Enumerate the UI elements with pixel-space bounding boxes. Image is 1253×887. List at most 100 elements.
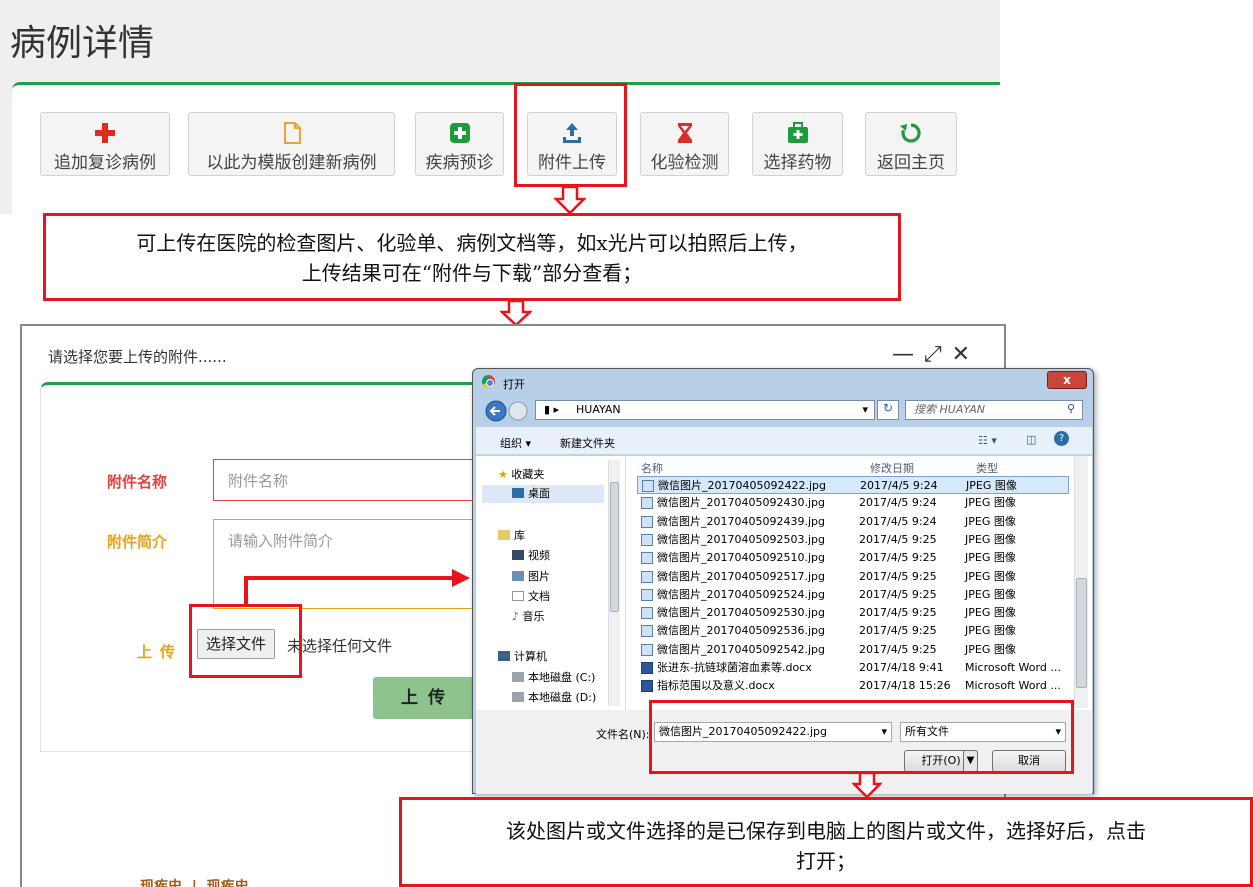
file-row[interactable]: 微信图片_20170405092524.jpg 2017/4/5 9:25 JPEG… — [637, 586, 1069, 604]
music-icon: ♪ — [512, 610, 523, 623]
file-name: 张进东-抗链球菌溶血素等.docx — [657, 661, 812, 674]
note-line: 打开； — [796, 849, 856, 873]
document-icon — [512, 591, 524, 601]
new-folder-button[interactable]: 新建文件夹 — [560, 435, 615, 451]
file-row[interactable]: 微信图片_20170405092542.jpg 2017/4/5 9:25 JPEG… — [637, 641, 1069, 659]
preview-pane-icon[interactable]: ◫ — [1026, 433, 1036, 446]
attachment-intro-label: 附件简介 — [107, 533, 168, 551]
file-name: 微信图片_20170405092510.jpg — [657, 551, 825, 565]
disease-prediagnosis-button[interactable]: 疾病预诊 — [415, 112, 504, 176]
file-type: JPEG 图像 — [966, 479, 1017, 492]
back-home-button[interactable]: 返回主页 — [865, 112, 957, 176]
file-name: 微信图片_20170405092524.jpg — [657, 587, 825, 601]
nav-libraries[interactable]: 库 — [498, 527, 525, 543]
minimize-icon[interactable]: — — [892, 342, 924, 367]
file-date: 2017/4/18 9:41 — [859, 661, 944, 674]
document-icon — [283, 122, 301, 144]
upload-instruction-note: 可上传在医院的检查图片、化验单、病例文档等，如x光片可以拍照后上传， 上传结果可… — [43, 213, 901, 301]
image-file-icon — [641, 588, 653, 601]
address-bar[interactable]: ▮ ▸ HUAYAN ▾ — [535, 400, 875, 420]
toolbar: 追加复诊病例 以此为模版创建新病例 疾病预诊 附件上传 化验检测 选择药物 返回… — [12, 82, 1000, 214]
dialog-body: ★ 收藏夹 桌面 库 视频 图片 文档 ♪ 音乐 计算机 本地磁盘 (C:) 本… — [476, 456, 1092, 710]
refresh-icon[interactable]: ↻ — [877, 400, 899, 420]
nav-drive-c[interactable]: 本地磁盘 (C:) — [512, 669, 595, 685]
word-file-icon — [641, 662, 653, 674]
file-row[interactable]: 指标范围以及意义.docx 2017/4/18 15:26 Microsoft Wo… — [637, 677, 1069, 695]
column-header-type[interactable]: 类型 — [976, 460, 998, 476]
select-drug-button[interactable]: 选择药物 — [752, 112, 843, 176]
no-file-chosen-text: 未选择任何文件 — [287, 637, 393, 655]
organize-menu[interactable]: 组织 ▾ — [500, 435, 531, 451]
nav-music[interactable]: ♪ 音乐 — [512, 608, 545, 624]
add-followup-case-button[interactable]: 追加复诊病例 — [40, 112, 170, 176]
button-label: 化验检测 — [650, 153, 719, 173]
file-date: 2017/4/5 9:24 — [859, 514, 937, 528]
image-file-icon — [641, 607, 653, 620]
dialog-close-button[interactable]: x — [1047, 371, 1087, 389]
file-row[interactable]: 微信图片_20170405092517.jpg 2017/4/5 9:25 JPEG… — [637, 568, 1069, 586]
file-list-scrollbar[interactable] — [1074, 456, 1088, 708]
dialog-toolbar: 组织 ▾ 新建文件夹 ☷ ▾ ◫ ? — [476, 427, 1092, 455]
plus-square-icon — [449, 123, 470, 143]
hourglass-icon — [677, 123, 692, 143]
nav-desktop[interactable]: 桌面 — [482, 485, 604, 503]
nav-drive-d[interactable]: 本地磁盘 (D:) — [512, 689, 596, 705]
file-row[interactable]: 微信图片_20170405092536.jpg 2017/4/5 9:25 JPEG… — [637, 622, 1069, 640]
page-title: 病例详情 — [10, 23, 155, 64]
upload-submit-button[interactable]: 上传 — [373, 677, 483, 719]
file-name: 微信图片_20170405092542.jpg — [657, 642, 825, 656]
navigation-pane: ★ 收藏夹 桌面 库 视频 图片 文档 ♪ 音乐 计算机 本地磁盘 (C:) 本… — [476, 456, 626, 710]
nav-documents[interactable]: 文档 — [512, 588, 550, 604]
file-type: Microsoft Word ... — [965, 679, 1061, 693]
view-options-icon[interactable]: ☷ ▾ — [978, 434, 997, 447]
lab-test-button[interactable]: 化验检测 — [640, 112, 729, 176]
drive-icon — [512, 692, 524, 702]
highlight-upload-button — [514, 83, 627, 187]
button-label: 返回主页 — [877, 153, 945, 173]
down-arrow-icon — [554, 186, 586, 214]
library-icon — [498, 530, 510, 540]
file-row[interactable]: 张进东-抗链球菌溶血素等.docx 2017/4/18 9:41 Microsoft… — [637, 659, 1069, 677]
image-file-icon — [642, 480, 654, 492]
file-row[interactable]: 微信图片_20170405092430.jpg 2017/4/5 9:24 JPEG… — [637, 494, 1069, 512]
chevron-down-icon[interactable]: ▾ — [862, 401, 868, 419]
nav-pictures[interactable]: 图片 — [512, 568, 550, 584]
button-label: 疾病预诊 — [425, 153, 494, 173]
search-input[interactable]: 搜索 HUAYAN — [905, 400, 1083, 420]
image-file-icon — [641, 497, 653, 510]
modal-title: 请选择您要上传的附件...... — [48, 348, 227, 366]
button-label: 选择药物 — [763, 153, 832, 173]
note-line: 可上传在医院的检查图片、化验单、病例文档等，如x光片可以拍照后上传， — [136, 231, 808, 255]
column-header-name[interactable]: 名称 — [641, 460, 663, 476]
back-forward-icon[interactable] — [485, 399, 533, 423]
nav-videos[interactable]: 视频 — [512, 547, 550, 563]
file-row[interactable]: 微信图片_20170405092422.jpg 2017/4/5 9:24 JPEG… — [637, 476, 1069, 494]
case-detail-header: 病例详情 追加复诊病例 以此为模版创建新病例 疾病预诊 附件上传 化验检测 选择… — [0, 0, 1000, 214]
file-name: 微信图片_20170405092503.jpg — [657, 532, 825, 546]
file-row[interactable]: 微信图片_20170405092503.jpg 2017/4/5 9:25 JPEG… — [637, 531, 1069, 549]
file-name: 微信图片_20170405092536.jpg — [657, 624, 825, 638]
attachment-name-input[interactable]: 附件名称 — [213, 459, 513, 501]
down-arrow-icon — [852, 772, 882, 798]
column-header-date[interactable]: 修改日期 — [870, 460, 914, 476]
file-name: 微信图片_20170405092430.jpg — [657, 496, 825, 510]
plus-icon — [95, 123, 115, 143]
file-row[interactable]: 微信图片_20170405092530.jpg 2017/4/5 9:25 JPEG… — [637, 604, 1069, 622]
nav-computer[interactable]: 计算机 — [498, 648, 547, 664]
highlight-choose-file — [189, 604, 302, 678]
picture-icon — [512, 571, 524, 581]
close-icon[interactable]: ✕ — [952, 342, 980, 367]
file-row[interactable]: 微信图片_20170405092439.jpg 2017/4/5 9:24 JPEG… — [637, 513, 1069, 531]
file-name: 微信图片_20170405092517.jpg — [657, 569, 825, 583]
search-icon[interactable]: ⚲ — [1067, 402, 1075, 415]
maximize-icon[interactable]: ⤢ — [924, 342, 952, 367]
nav-favorites[interactable]: ★ 收藏夹 — [498, 466, 544, 482]
attachment-name-label: 附件名称 — [107, 473, 168, 491]
file-date: 2017/4/5 9:24 — [859, 496, 937, 510]
create-from-template-button[interactable]: 以此为模版创建新病例 — [188, 112, 395, 176]
image-file-icon — [641, 552, 653, 565]
file-row[interactable]: 微信图片_20170405092510.jpg 2017/4/5 9:25 JPEG… — [637, 549, 1069, 567]
file-type: JPEG 图像 — [965, 624, 1016, 638]
help-icon[interactable]: ? — [1054, 431, 1069, 446]
nav-scrollbar[interactable] — [608, 460, 620, 706]
